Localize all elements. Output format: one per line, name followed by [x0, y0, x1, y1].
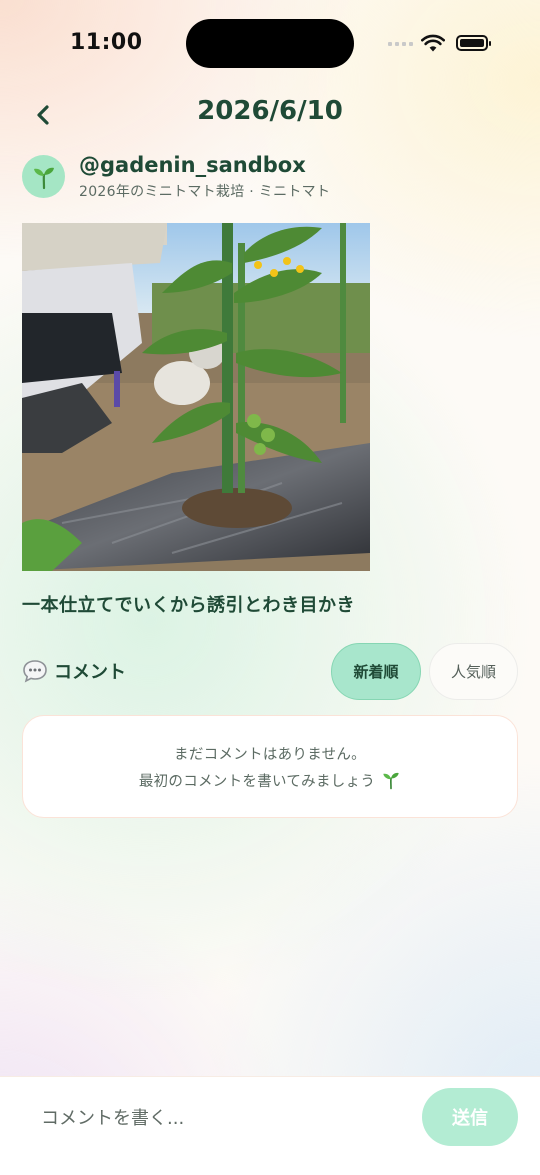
comments-header: コメント	[22, 658, 126, 684]
username[interactable]: @gadenin_sandbox	[79, 153, 306, 177]
post-caption: 一本仕立てでいくから誘引とわき目かき	[22, 595, 355, 616]
comments-title: コメント	[54, 662, 126, 683]
tomato-seedling-photo	[22, 223, 370, 571]
cellular-signal-icon	[388, 42, 413, 46]
empty-comments-card: まだコメントはありません。 最初のコメントを書いてみましょう	[22, 715, 518, 818]
post-photo[interactable]	[22, 223, 370, 571]
wifi-icon	[421, 34, 445, 52]
dynamic-island	[186, 19, 354, 68]
page-title: 2026/6/10	[197, 96, 343, 126]
speech-bubble-icon	[23, 660, 47, 683]
comment-input[interactable]	[22, 1092, 406, 1144]
send-button[interactable]: 送信	[422, 1088, 518, 1146]
sort-popular-button[interactable]: 人気順	[429, 643, 518, 700]
status-time: 11:00	[70, 30, 143, 55]
avatar[interactable]	[22, 155, 65, 198]
empty-comments-line2-row: 最初のコメントを書いてみましょう	[139, 770, 401, 791]
battery-icon	[456, 35, 491, 51]
seedling-icon	[383, 772, 399, 790]
empty-comments-line2: 最初のコメントを書いてみましょう	[138, 773, 376, 790]
seedling-icon	[33, 167, 54, 189]
post-subline: 2026年のミニトマト栽培 · ミニトマト	[79, 184, 331, 200]
empty-comments-line1: まだコメントはありません。	[174, 746, 366, 763]
sort-newest-button[interactable]: 新着順	[331, 643, 421, 700]
status-bar: 11:00	[0, 0, 540, 88]
